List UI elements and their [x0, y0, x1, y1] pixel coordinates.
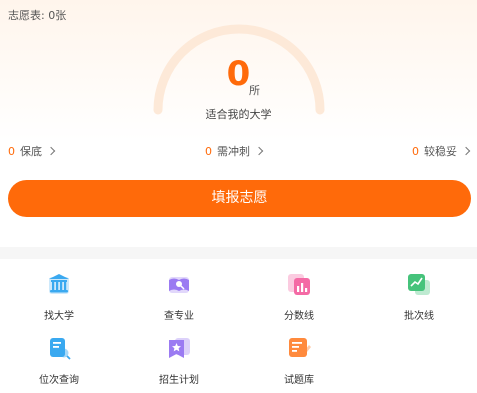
grid-item-score-line[interactable]: 分数线 [259, 271, 339, 322]
fill-application-button[interactable]: 填报志愿 [8, 180, 471, 217]
grid-item-question-bank[interactable]: 试题库 [259, 335, 339, 386]
grid-item-label: 分数线 [284, 311, 314, 322]
book-icon [169, 277, 189, 293]
match-count-number: 0 [226, 54, 251, 94]
grid-item-label: 试题库 [284, 375, 314, 386]
chevron-right-icon [461, 146, 471, 156]
bar-chart-icon [288, 274, 310, 295]
grid-item-label: 招生计划 [159, 375, 199, 386]
grid-item-enrollment-plan[interactable]: 招生计划 [139, 335, 219, 386]
grid-item-label: 批次线 [404, 311, 434, 322]
grid-item-label: 查专业 [164, 311, 194, 322]
chevron-right-icon [254, 146, 264, 156]
stat-reach-label: 需冲刺 [217, 145, 250, 158]
grid-item-batch-line[interactable]: 批次线 [379, 271, 459, 322]
stat-stable[interactable]: 0 较稳妥 [412, 143, 471, 159]
stat-safe[interactable]: 0 保底 [8, 143, 56, 159]
chevron-right-icon [46, 146, 56, 156]
stat-stable-value: 0 [412, 144, 419, 158]
match-count: 0 [0, 52, 477, 96]
star-flag-icon [169, 338, 190, 358]
count-value: 0张 [48, 9, 67, 22]
stat-stable-label: 较稳妥 [424, 145, 457, 158]
section-divider [0, 247, 477, 259]
grid-item-label: 找大学 [44, 311, 74, 322]
count-label: 志愿表: [8, 9, 45, 22]
trend-chart-icon [408, 274, 430, 295]
university-icon [49, 274, 69, 294]
stat-safe-label: 保底 [20, 145, 42, 158]
stat-reach-value: 0 [205, 144, 212, 158]
document-search-icon [50, 338, 71, 360]
match-count-unit: 所 [249, 84, 260, 97]
grid-item-label: 位次查询 [39, 375, 79, 386]
stat-reach[interactable]: 0 需冲刺 [205, 143, 264, 159]
stat-safe-value: 0 [8, 144, 15, 158]
grid-item-find-university[interactable]: 找大学 [19, 271, 99, 322]
grid-item-rank-query[interactable]: 位次查询 [19, 335, 99, 386]
match-caption: 适合我的大学 [205, 108, 272, 121]
grid-item-search-major[interactable]: 查专业 [139, 271, 219, 322]
edit-note-icon [289, 338, 311, 357]
volunteer-table-count[interactable]: 志愿表: 0张 [8, 7, 66, 23]
